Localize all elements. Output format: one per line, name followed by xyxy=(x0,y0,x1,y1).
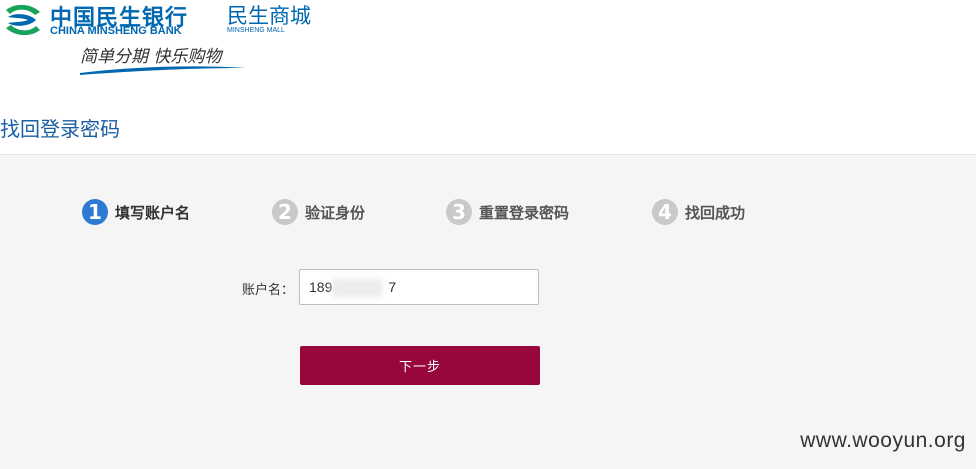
mall-name-cn[interactable]: 民生商城 xyxy=(227,0,311,30)
account-input[interactable]: 189 7 xyxy=(299,269,539,305)
account-label: 账户名： xyxy=(242,283,295,298)
account-value-suffix: 7 xyxy=(388,279,397,295)
step-label-2: 验证身份 xyxy=(305,203,366,222)
account-value-prefix: 189 xyxy=(309,279,333,295)
step-number-2: 2 xyxy=(272,199,298,225)
step-fill-account: 1 填写账户名 xyxy=(82,198,190,226)
step-label-3: 重置登录密码 xyxy=(479,203,570,222)
step-label-1: 填写账户名 xyxy=(115,203,191,222)
watermark: www.wooyun.org xyxy=(800,429,966,452)
mall-name-en: MINSHENG MALL xyxy=(227,27,285,34)
next-step-button[interactable]: 下一步 xyxy=(300,346,540,385)
step-number-4: 4 xyxy=(652,199,678,225)
page-title: 找回登录密码 xyxy=(0,117,120,141)
bank-name-en: CHINA MINSHENG BANK xyxy=(50,25,182,37)
masked-digits xyxy=(332,279,382,297)
step-label-4: 找回成功 xyxy=(685,203,746,222)
step-number-3: 3 xyxy=(446,199,472,225)
step-verify-identity: 2 验证身份 xyxy=(272,198,365,226)
slogan-swoosh-decoration xyxy=(80,66,246,75)
step-success: 4 找回成功 xyxy=(652,198,745,226)
minsheng-logo-icon[interactable] xyxy=(2,2,44,38)
site-header: 中国民生银行 CHINA MINSHENG BANK 民生商城 MINSHENG… xyxy=(0,0,976,80)
step-number-1: 1 xyxy=(82,199,108,225)
recovery-panel: 1 填写账户名 2 验证身份 3 重置登录密码 4 找回成功 账户名： 189 … xyxy=(0,154,976,469)
step-reset-password: 3 重置登录密码 xyxy=(446,198,569,226)
